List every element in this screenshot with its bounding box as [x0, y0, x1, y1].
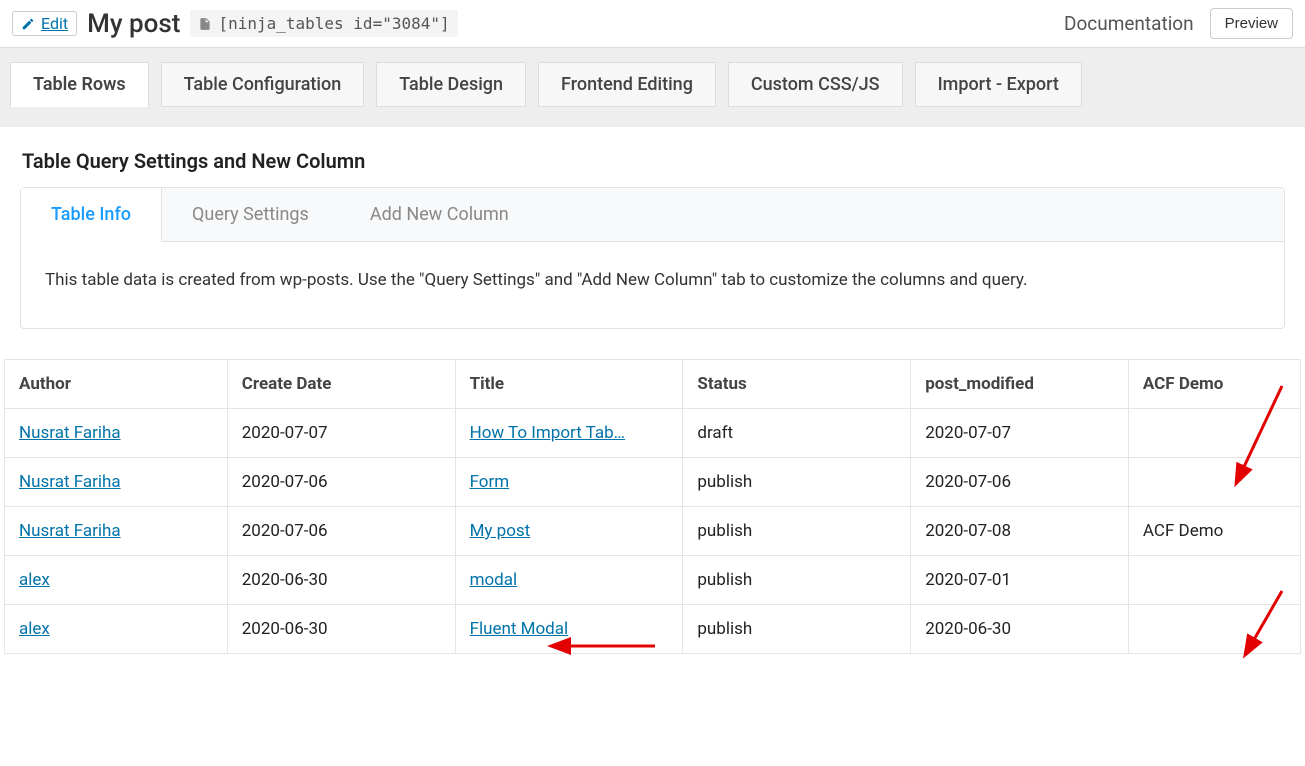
author-link[interactable]: alex — [19, 570, 50, 590]
tab-table-configuration[interactable]: Table Configuration — [161, 62, 365, 107]
title-link[interactable]: Fluent Modal — [470, 619, 569, 639]
cell-create-date: 2020-07-06 — [227, 507, 455, 556]
author-link[interactable]: Nusrat Fariha — [19, 472, 121, 492]
cell-post-modified: 2020-07-08 — [911, 507, 1129, 556]
table-row: Nusrat Fariha 2020-07-07 How To Import Tab… — [5, 409, 1301, 458]
header-right: Documentation Preview — [1064, 8, 1293, 39]
cell-acf-demo: ACF Demo — [1128, 507, 1300, 556]
title-link[interactable]: How To Import Tab… — [470, 423, 625, 443]
edit-button[interactable]: Edit — [12, 11, 77, 36]
header-bar: Edit My post [ninja_tables id="3084"] Do… — [0, 0, 1305, 47]
cell-acf-demo — [1128, 458, 1300, 507]
cell-create-date: 2020-06-30 — [227, 605, 455, 654]
subtab-add-new-column[interactable]: Add New Column — [340, 188, 540, 241]
main-tab-bar: Table Rows Table Configuration Table Des… — [0, 47, 1305, 127]
section-title: Table Query Settings and New Column — [0, 127, 1305, 187]
th-post-modified[interactable]: post_modified — [911, 360, 1129, 409]
title-link[interactable]: modal — [470, 570, 518, 590]
th-acf-demo[interactable]: ACF Demo — [1128, 360, 1300, 409]
table-row: Nusrat Fariha 2020-07-06 My post publish202… — [5, 507, 1301, 556]
tab-frontend-editing[interactable]: Frontend Editing — [538, 62, 716, 107]
title-link[interactable]: My post — [470, 521, 531, 541]
cell-status: publish — [683, 507, 911, 556]
th-author[interactable]: Author — [5, 360, 228, 409]
subtab-container: Table Info Query Settings Add New Column… — [20, 187, 1285, 329]
author-link[interactable]: alex — [19, 619, 50, 639]
cell-status: publish — [683, 556, 911, 605]
table-row: alex2020-06-30Fluent Modalpublish2020-06… — [5, 605, 1301, 654]
cell-create-date: 2020-06-30 — [227, 556, 455, 605]
tab-import-export[interactable]: Import - Export — [915, 62, 1082, 107]
author-link[interactable]: Nusrat Fariha — [19, 521, 121, 541]
table-header-row: Author Create Date Title Status post_mod… — [5, 360, 1301, 409]
cell-acf-demo — [1128, 556, 1300, 605]
document-icon — [198, 16, 212, 32]
cell-status: publish — [683, 605, 911, 654]
subtab-bar: Table Info Query Settings Add New Column — [21, 188, 1284, 242]
documentation-link[interactable]: Documentation — [1064, 12, 1194, 35]
cell-acf-demo — [1128, 605, 1300, 654]
author-link[interactable]: Nusrat Fariha — [19, 423, 121, 443]
title-link[interactable]: Form — [470, 472, 510, 492]
tab-table-design[interactable]: Table Design — [376, 62, 526, 107]
th-status[interactable]: Status — [683, 360, 911, 409]
cell-create-date: 2020-07-07 — [227, 409, 455, 458]
table-row: alex 2020-06-30 modal publish2020-07-01 — [5, 556, 1301, 605]
cell-create-date: 2020-07-06 — [227, 458, 455, 507]
shortcode-display[interactable]: [ninja_tables id="3084"] — [190, 10, 457, 37]
pencil-icon — [21, 17, 35, 31]
subtab-query-settings[interactable]: Query Settings — [162, 188, 340, 241]
shortcode-text: [ninja_tables id="3084"] — [218, 14, 449, 33]
cell-acf-demo — [1128, 409, 1300, 458]
tab-custom-css-js[interactable]: Custom CSS/JS — [728, 62, 903, 107]
subtab-table-info[interactable]: Table Info — [21, 188, 162, 242]
page-title: My post — [87, 9, 180, 39]
cell-status: publish — [683, 458, 911, 507]
th-create-date[interactable]: Create Date — [227, 360, 455, 409]
th-title[interactable]: Title — [455, 360, 683, 409]
table-row: Nusrat Fariha2020-07-06Formpublish2020-0… — [5, 458, 1301, 507]
cell-status: draft — [683, 409, 911, 458]
preview-button[interactable]: Preview — [1210, 8, 1293, 39]
edit-label: Edit — [41, 14, 68, 33]
cell-post-modified: 2020-06-30 — [911, 605, 1129, 654]
cell-post-modified: 2020-07-06 — [911, 458, 1129, 507]
data-table: Author Create Date Title Status post_mod… — [4, 359, 1301, 654]
table-info-text: This table data is created from wp-posts… — [21, 242, 1284, 328]
cell-post-modified: 2020-07-01 — [911, 556, 1129, 605]
cell-post-modified: 2020-07-07 — [911, 409, 1129, 458]
tab-table-rows[interactable]: Table Rows — [10, 62, 149, 107]
